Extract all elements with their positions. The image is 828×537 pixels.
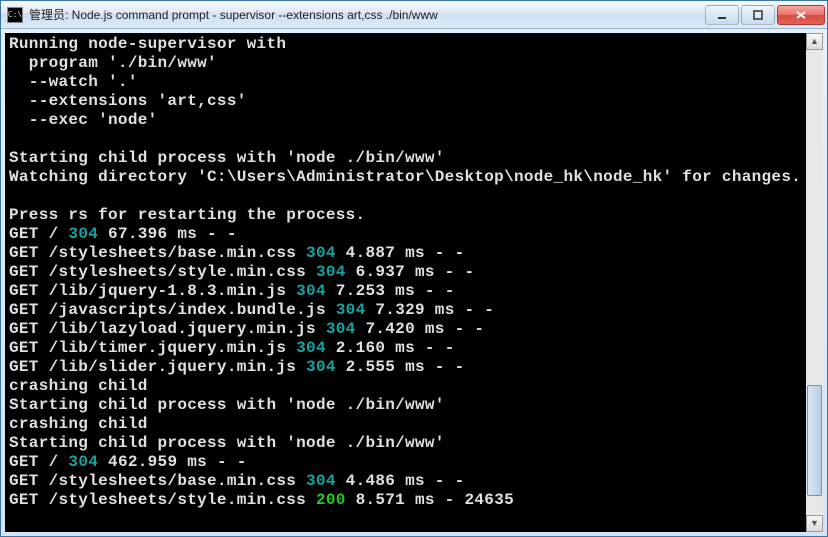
scroll-up-button[interactable]: ▲ xyxy=(806,33,823,50)
terminal-line: --exec 'node' xyxy=(9,111,819,130)
close-icon xyxy=(795,10,807,20)
scroll-track[interactable] xyxy=(806,50,823,515)
terminal-output: Running node-supervisor with program './… xyxy=(5,33,823,512)
vertical-scrollbar[interactable]: ▲ ▼ xyxy=(806,33,823,532)
terminal-line: GET /lib/slider.jquery.min.js 304 2.555 … xyxy=(9,358,819,377)
terminal-line: GET /stylesheets/style.min.css 304 6.937… xyxy=(9,263,819,282)
terminal-line: Press rs for restarting the process. xyxy=(9,206,819,225)
minimize-icon xyxy=(717,10,727,20)
window-controls xyxy=(703,5,825,25)
terminal-line: GET /lib/timer.jquery.min.js 304 2.160 m… xyxy=(9,339,819,358)
terminal-line xyxy=(9,187,819,206)
terminal-line: --extensions 'art,css' xyxy=(9,92,819,111)
terminal-line: crashing child xyxy=(9,377,819,396)
scroll-thumb[interactable] xyxy=(807,385,822,497)
terminal-line: crashing child xyxy=(9,415,819,434)
chevron-up-icon: ▲ xyxy=(810,37,819,46)
close-button[interactable] xyxy=(777,5,825,25)
terminal-line: GET /stylesheets/base.min.css 304 4.887 … xyxy=(9,244,819,263)
terminal-line: program './bin/www' xyxy=(9,54,819,73)
terminal-line: GET / 304 462.959 ms - - xyxy=(9,453,819,472)
maximize-icon xyxy=(753,10,763,20)
terminal-line: GET /stylesheets/style.min.css 200 8.571… xyxy=(9,491,819,510)
terminal-line: GET /javascripts/index.bundle.js 304 7.3… xyxy=(9,301,819,320)
terminal-line: Starting child process with 'node ./bin/… xyxy=(9,434,819,453)
terminal-line: GET /lib/jquery-1.8.3.min.js 304 7.253 m… xyxy=(9,282,819,301)
scroll-down-button[interactable]: ▼ xyxy=(806,515,823,532)
terminal-line xyxy=(9,130,819,149)
window-title: 管理员: Node.js command prompt - supervisor… xyxy=(29,6,703,23)
terminal-line: GET /stylesheets/base.min.css 304 4.486 … xyxy=(9,472,819,491)
terminal-line: --watch '.' xyxy=(9,73,819,92)
terminal-line: GET / 304 67.396 ms - - xyxy=(9,225,819,244)
minimize-button[interactable] xyxy=(705,5,739,25)
terminal-line: Running node-supervisor with xyxy=(9,35,819,54)
terminal-line: Starting child process with 'node ./bin/… xyxy=(9,396,819,415)
terminal-line: GET /lib/lazyload.jquery.min.js 304 7.42… xyxy=(9,320,819,339)
titlebar[interactable]: C:\ 管理员: Node.js command prompt - superv… xyxy=(1,1,827,29)
chevron-down-icon: ▼ xyxy=(810,519,819,528)
app-icon: C:\ xyxy=(7,7,23,23)
window: C:\ 管理员: Node.js command prompt - superv… xyxy=(0,0,828,537)
maximize-button[interactable] xyxy=(741,5,775,25)
client-area: Running node-supervisor with program './… xyxy=(5,33,823,532)
terminal-line: Starting child process with 'node ./bin/… xyxy=(9,149,819,168)
terminal-line: Watching directory 'C:\Users\Administrat… xyxy=(9,168,819,187)
